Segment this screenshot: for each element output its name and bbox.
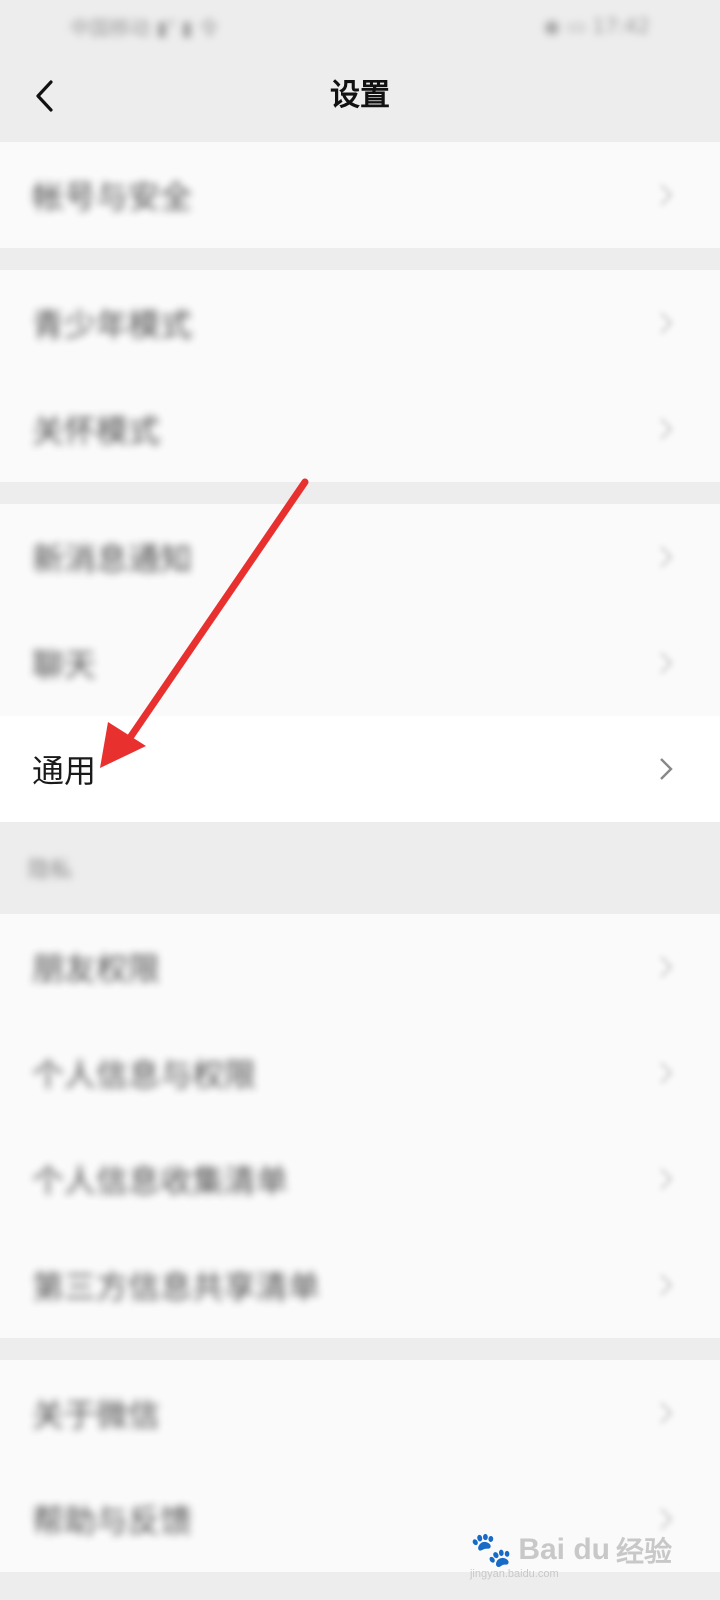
- status-bar: 中国移动 ▮ᵀ ▮ 令 ◉ ▭ 17:42: [0, 0, 720, 52]
- paw-icon: 🐾: [469, 1531, 513, 1569]
- settings-item-notifications[interactable]: 新消息通知: [0, 504, 720, 610]
- chevron-right-icon: [660, 418, 673, 440]
- watermark-logo: 🐾 Bai du 经验 jingyan.baidu.com: [469, 1530, 672, 1580]
- settings-group-modes: 青少年模式 关怀模式: [0, 270, 720, 482]
- chevron-right-icon: [660, 652, 673, 674]
- chevron-right-icon: [660, 956, 673, 978]
- watermark-brand: Bai du: [518, 1533, 610, 1566]
- settings-item-label: 帐号与安全: [32, 178, 193, 216]
- settings-item-personal-info-permissions[interactable]: 个人信息与权限: [0, 1020, 720, 1126]
- watermark-cn: 经验: [615, 1536, 672, 1567]
- group-divider: [0, 248, 720, 270]
- settings-item-friend-permissions[interactable]: 朋友权限: [0, 914, 720, 1020]
- section-header-label: 隐私: [28, 858, 73, 883]
- chevron-right-icon: [660, 1274, 673, 1296]
- settings-item-care-mode[interactable]: 关怀模式: [0, 376, 720, 482]
- settings-item-label: 帮助与反馈: [32, 1502, 193, 1540]
- settings-item-label: 通用: [32, 752, 97, 790]
- group-divider: [0, 482, 720, 504]
- settings-item-label: 聊天: [32, 646, 97, 684]
- chevron-right-icon: [660, 312, 673, 334]
- settings-item-chat[interactable]: 聊天: [0, 610, 720, 716]
- settings-item-third-party-sharing-list[interactable]: 第三方信息共享清单: [0, 1232, 720, 1338]
- chevron-right-icon: [660, 758, 673, 780]
- settings-item-general[interactable]: 通用: [0, 716, 720, 822]
- settings-item-label: 第三方信息共享清单: [32, 1268, 321, 1306]
- settings-item-label: 个人信息收集清单: [32, 1162, 289, 1200]
- chevron-right-icon: [660, 184, 673, 206]
- status-bar-right: ◉ ▭ 17:42: [543, 14, 650, 38]
- settings-item-label: 关于微信: [32, 1396, 161, 1434]
- chevron-right-icon: [660, 1508, 673, 1530]
- settings-group-privacy: 朋友权限 个人信息与权限 个人信息收集清单 第三方信息共享清单: [0, 914, 720, 1338]
- chevron-right-icon: [660, 1062, 673, 1084]
- settings-group-account: 帐号与安全: [0, 142, 720, 248]
- settings-group-general: 新消息通知 聊天 通用: [0, 504, 720, 822]
- settings-item-label: 关怀模式: [32, 412, 161, 450]
- settings-item-label: 新消息通知: [32, 540, 193, 578]
- navigation-bar: 设置: [0, 52, 720, 140]
- settings-item-label: 朋友权限: [32, 950, 161, 988]
- group-divider: [0, 1338, 720, 1360]
- settings-item-account-security[interactable]: 帐号与安全: [0, 142, 720, 248]
- settings-list: 帐号与安全 青少年模式 关怀模式 新消息通知 聊天 通用 隐私 朋友权限 个人信…: [0, 142, 720, 1572]
- watermark-sub: jingyan.baidu.com: [469, 1568, 559, 1580]
- settings-item-info-collection-list[interactable]: 个人信息收集清单: [0, 1126, 720, 1232]
- settings-item-label: 个人信息与权限: [32, 1056, 257, 1094]
- settings-item-about-wechat[interactable]: 关于微信: [0, 1360, 720, 1466]
- chevron-right-icon: [660, 1402, 673, 1424]
- settings-item-label: 青少年模式: [32, 306, 193, 344]
- settings-item-teen-mode[interactable]: 青少年模式: [0, 270, 720, 376]
- chevron-right-icon: [660, 1168, 673, 1190]
- chevron-right-icon: [660, 546, 673, 568]
- page-title: 设置: [330, 78, 390, 113]
- status-bar-left: 中国移动 ▮ᵀ ▮ 令: [70, 15, 219, 40]
- section-header-privacy: 隐私: [0, 822, 720, 914]
